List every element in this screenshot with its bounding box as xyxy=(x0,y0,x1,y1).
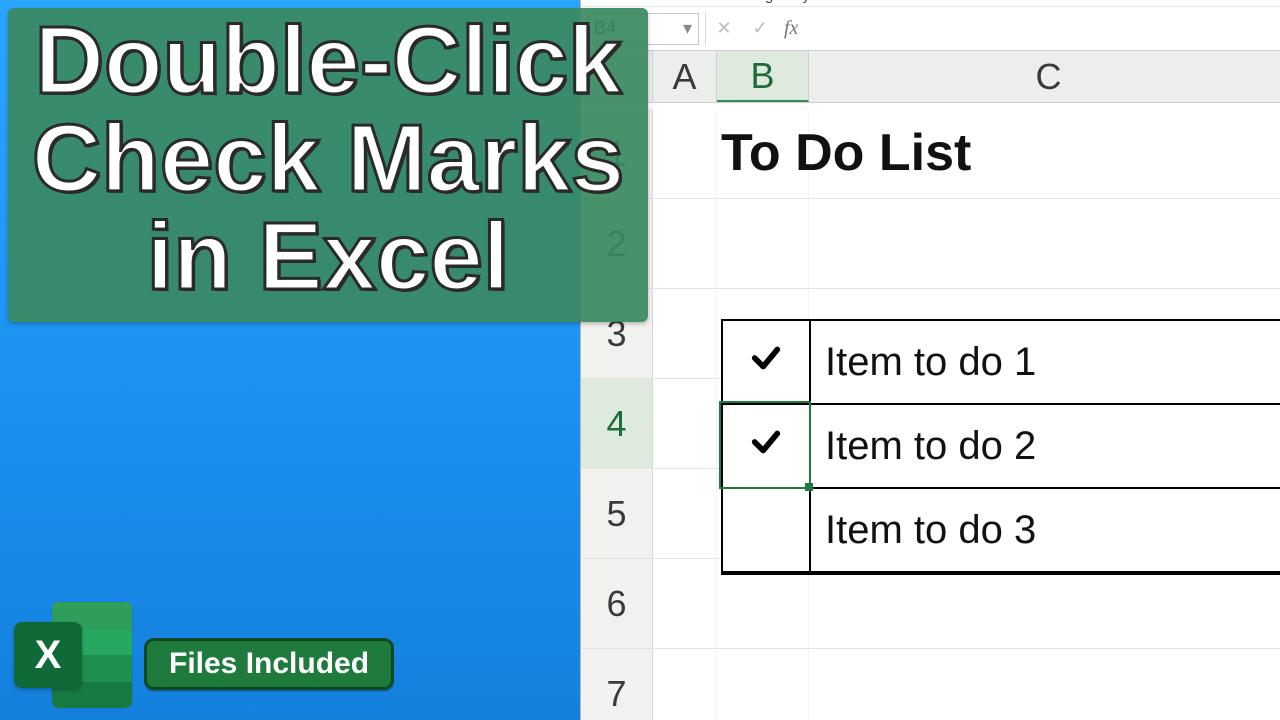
title-line-2: Check Marks xyxy=(22,110,634,208)
cell-A6[interactable] xyxy=(653,559,717,648)
todo-item-label[interactable]: Item to do 1 xyxy=(811,321,1280,405)
thumbnail-title-card: Double-Click Check Marks in Excel xyxy=(8,8,648,322)
check-cell[interactable] xyxy=(723,405,811,489)
ribbon-tab-data[interactable]: Data xyxy=(929,0,961,4)
ribbon-tab-view[interactable]: View xyxy=(1046,0,1078,4)
cell-A2[interactable] xyxy=(653,199,717,288)
excel-app-icon: X xyxy=(14,596,132,714)
ribbon-tab-page-layout[interactable]: Page Layout xyxy=(747,0,831,4)
row-header-7[interactable]: 7 xyxy=(581,649,653,720)
cell-A7[interactable] xyxy=(653,649,717,720)
cell-C7[interactable] xyxy=(809,649,1280,720)
cell-A3[interactable] xyxy=(653,289,717,378)
cell-A5[interactable] xyxy=(653,469,717,558)
todo-item-label[interactable]: Item to do 2 xyxy=(811,405,1280,489)
ribbon-tab-home[interactable]: Home xyxy=(633,0,673,4)
cell-A4[interactable] xyxy=(653,379,717,468)
ribbon-tab-file[interactable]: File xyxy=(591,0,615,4)
title-cell[interactable]: To Do List xyxy=(721,123,971,183)
todo-table: Item to do 1 Item to do 2 Item to do 3 I… xyxy=(721,319,1280,575)
table-row: Item to do 2 xyxy=(723,405,1280,489)
todo-item-label[interactable]: Item to do 3 xyxy=(811,489,1280,573)
ribbon-tab-insert[interactable]: Insert xyxy=(691,0,729,4)
column-header-A[interactable]: A xyxy=(653,51,717,102)
row-header-6[interactable]: 6 xyxy=(581,559,653,648)
worksheet-grid[interactable]: To Do List 1 2 3 4 5 6 7 Item to do 1 It… xyxy=(581,109,1280,720)
check-cell[interactable] xyxy=(723,489,811,573)
confirm-icon[interactable]: ✓ xyxy=(742,13,778,45)
formula-bar-row: B4 ▾ ✕ ✓ fx xyxy=(581,7,1280,51)
column-header-B[interactable]: B xyxy=(717,51,809,102)
column-header-C[interactable]: C xyxy=(809,51,1280,102)
chevron-down-icon[interactable]: ▾ xyxy=(683,18,692,39)
column-headers: A B C xyxy=(581,51,1280,103)
ribbon-tab-review[interactable]: Review xyxy=(979,0,1028,4)
cell-B2[interactable] xyxy=(717,199,809,288)
check-icon xyxy=(749,341,783,384)
formula-input[interactable] xyxy=(798,13,1280,45)
row-header-5[interactable]: 5 xyxy=(581,469,653,558)
table-row: Item to do 3 xyxy=(723,489,1280,573)
cancel-icon[interactable]: ✕ xyxy=(706,13,742,45)
cell-C2[interactable] xyxy=(809,199,1280,288)
ribbon-tab-formulas[interactable]: Formulas xyxy=(849,0,912,4)
check-icon xyxy=(749,425,783,468)
files-included-badge: Files Included xyxy=(144,638,394,690)
table-row: Item to do 1 xyxy=(723,321,1280,405)
cell-A1[interactable] xyxy=(653,109,717,198)
title-line-3: in Excel xyxy=(22,208,634,306)
row-header-4[interactable]: 4 xyxy=(581,379,653,468)
ribbon-tabs: File Home Insert Page Layout Formulas Da… xyxy=(581,0,1280,7)
excel-icon-badge: X xyxy=(14,622,82,688)
title-line-1: Double-Click xyxy=(22,12,634,110)
excel-window: File Home Insert Page Layout Formulas Da… xyxy=(580,0,1280,720)
fx-label[interactable]: fx xyxy=(784,17,798,40)
cell-B7[interactable] xyxy=(717,649,809,720)
check-cell[interactable] xyxy=(723,321,811,405)
